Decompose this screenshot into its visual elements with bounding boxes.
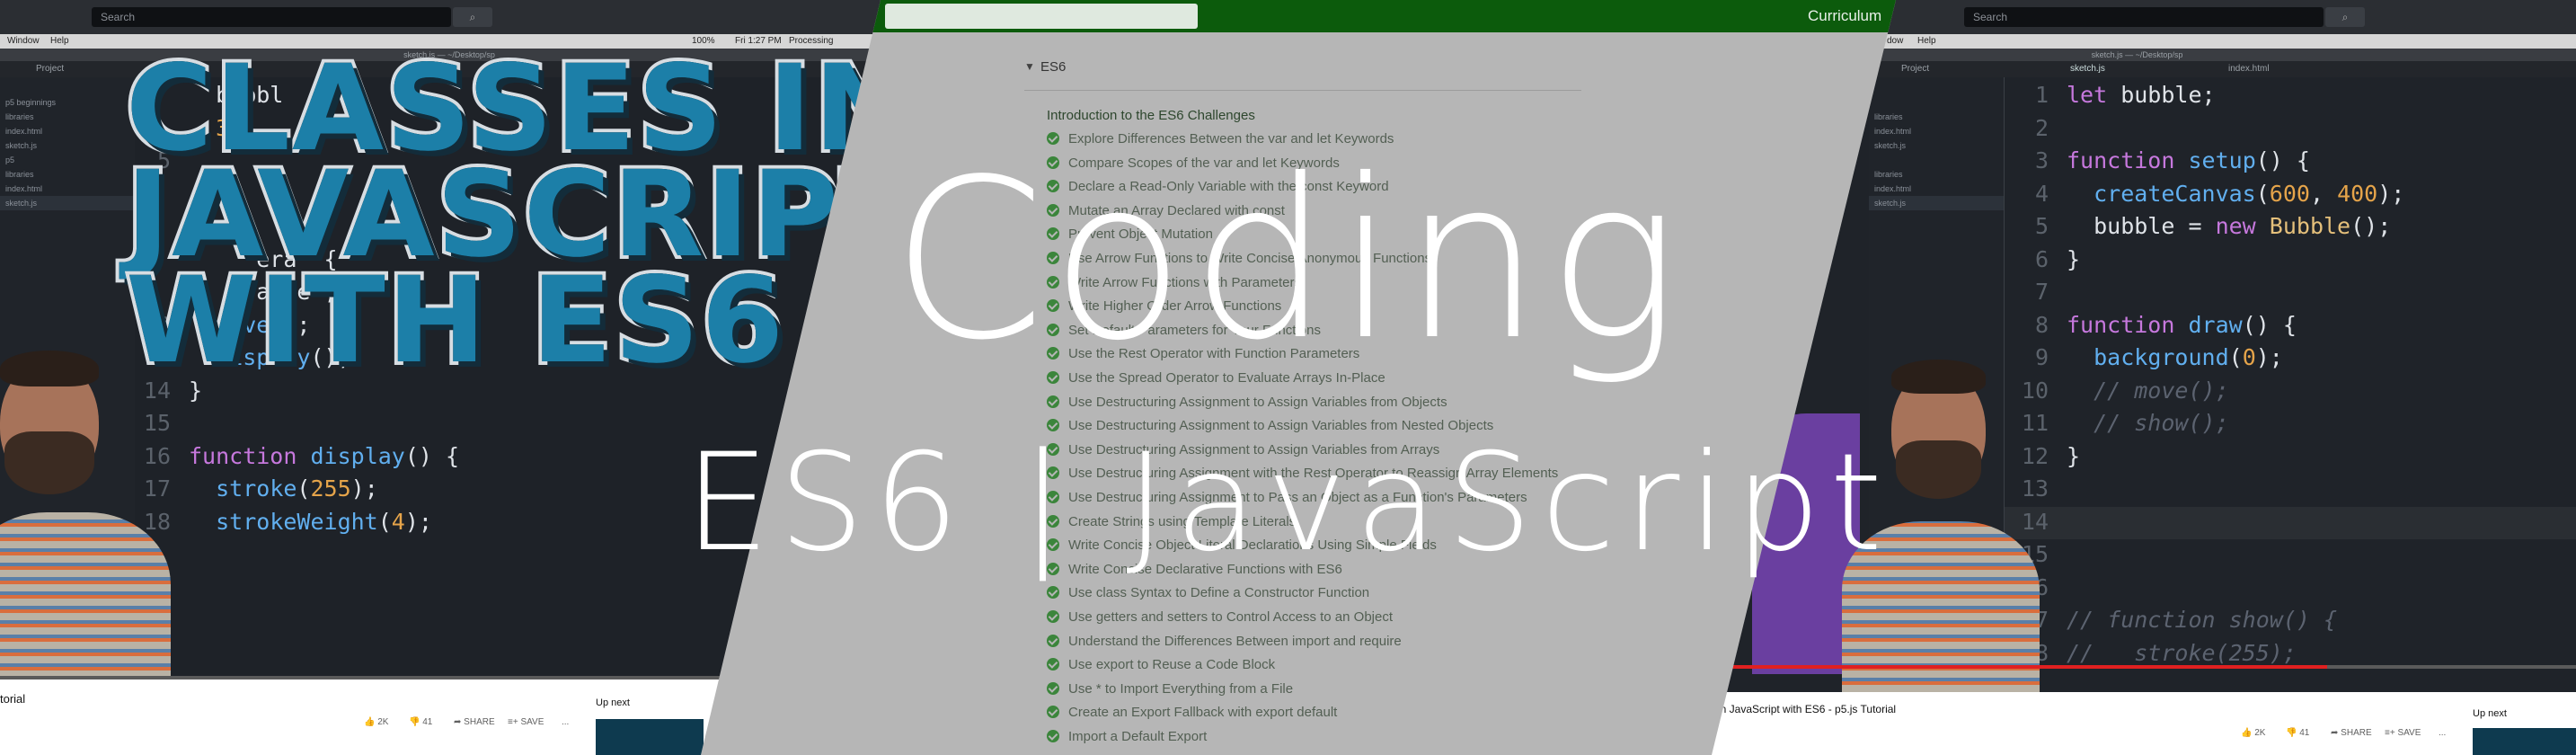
- menu-window[interactable]: dow: [1887, 34, 1903, 49]
- up-next-label: Up next: [596, 697, 630, 708]
- save-button[interactable]: ≡+ SAVE: [508, 717, 544, 727]
- save-label: SAVE: [2397, 728, 2421, 738]
- like-button[interactable]: 👍 2K: [2241, 728, 2265, 738]
- dislike-button[interactable]: 👎 41: [2286, 728, 2309, 738]
- tab-sketch-js[interactable]: sketch.js: [2070, 61, 2105, 77]
- share-label: SHARE: [2341, 728, 2372, 738]
- curriculum-search-input[interactable]: [885, 4, 1198, 29]
- left-browser-bar: Search ⌕: [0, 0, 899, 34]
- up-next-thumbnail[interactable]: [2473, 728, 2576, 755]
- tree-item[interactable]: libraries: [0, 110, 135, 124]
- video-title: torial: [0, 692, 26, 706]
- menu-help[interactable]: Help: [1917, 34, 1936, 49]
- left-search-button[interactable]: ⌕: [453, 7, 492, 27]
- up-next-thumbnail[interactable]: [596, 719, 704, 755]
- curriculum-header: Curriculum: [701, 0, 1896, 32]
- headline-coding: Coding: [891, 132, 1685, 388]
- dislike-button[interactable]: 👎 41: [409, 717, 432, 727]
- tree-item[interactable]: [1869, 95, 2004, 110]
- code-line[interactable]: let bubble;: [2067, 79, 2216, 112]
- dislike-count: 41: [422, 717, 433, 727]
- share-button[interactable]: ➦ SHARE: [454, 717, 495, 727]
- like-button[interactable]: 👍 2K: [364, 717, 388, 727]
- curriculum-label[interactable]: Curriculum: [1808, 7, 1881, 25]
- tab-project[interactable]: Project: [36, 61, 64, 77]
- code-line[interactable]: // function show() {: [2067, 604, 2337, 637]
- right-video-progress[interactable]: [1698, 665, 2576, 669]
- right-search-input[interactable]: Search: [1964, 7, 2324, 27]
- tab-index-html[interactable]: index.html: [2228, 61, 2270, 77]
- save-button[interactable]: ≡+ SAVE: [2385, 728, 2421, 738]
- share-button[interactable]: ➦ SHARE: [2331, 728, 2372, 738]
- tab-project[interactable]: Project: [1901, 61, 1929, 77]
- menu-help[interactable]: Help: [50, 34, 69, 49]
- share-label: SHARE: [464, 717, 495, 727]
- left-search-input[interactable]: Search: [92, 7, 451, 27]
- tree-item[interactable]: libraries: [1869, 110, 2004, 124]
- headline-es6-javascript: ES6 | JavaScript: [684, 425, 1892, 582]
- like-count: 2K: [377, 717, 389, 727]
- right-search-button[interactable]: ⌕: [2325, 7, 2365, 27]
- dislike-count: 41: [2299, 728, 2310, 738]
- tree-item[interactable]: p5 beginnings: [0, 95, 135, 110]
- more-button[interactable]: ...: [2439, 728, 2446, 738]
- video-title: ses in JavaScript with ES6 - p5.js Tutor…: [1698, 703, 1897, 715]
- menu-window[interactable]: Window: [7, 34, 40, 49]
- more-button[interactable]: ...: [562, 717, 569, 727]
- like-count: 2K: [2254, 728, 2266, 738]
- up-next-label: Up next: [2473, 708, 2507, 719]
- line-number: 1: [2034, 82, 2049, 108]
- save-label: SAVE: [520, 717, 544, 727]
- right-video-info: ses in JavaScript with ES6 - p5.js Tutor…: [1698, 692, 2576, 755]
